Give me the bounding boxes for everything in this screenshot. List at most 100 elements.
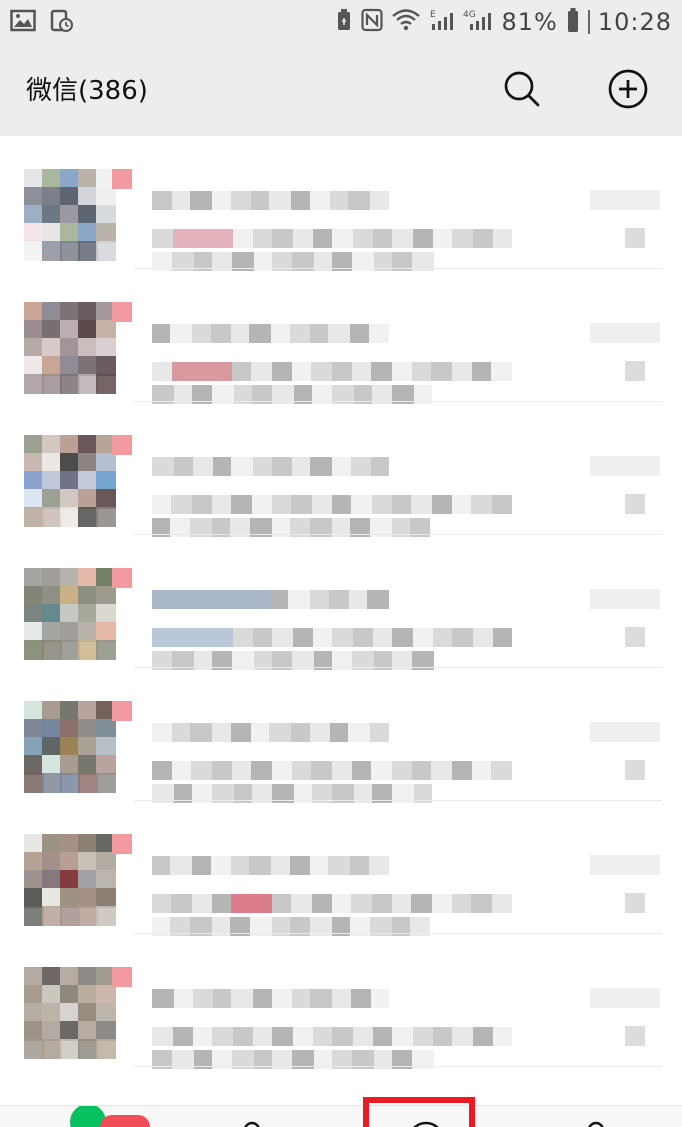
pixelated-text-block (171, 894, 192, 913)
avatar-pixel (78, 1039, 98, 1059)
pixelated-text-block (374, 1050, 392, 1069)
pixelated-text-block (350, 324, 369, 343)
pixelated-text-block (251, 362, 272, 381)
avatar-pixel (60, 586, 80, 606)
pixelated-text-block (412, 1050, 434, 1069)
pixelated-text-block (329, 590, 349, 609)
avatar-pixel (42, 985, 62, 1005)
avatar-pixel (78, 773, 98, 793)
pixelated-text-block (471, 894, 492, 913)
pixelated-text-block (212, 894, 231, 913)
signal-e-icon: E (429, 8, 455, 36)
discover-tab[interactable] (363, 1106, 499, 1127)
avatar-pixel (42, 719, 62, 739)
pixelated-text-block (291, 723, 310, 742)
search-icon[interactable] (502, 69, 542, 113)
pixelated-text-block (174, 989, 193, 1008)
pixelated-text-block (373, 229, 392, 248)
pixelated-text-block (231, 856, 249, 875)
avatar-pixel (96, 320, 116, 340)
avatar-pixel (42, 1003, 62, 1023)
search-button[interactable] (499, 68, 545, 114)
chat-list-item[interactable] (0, 801, 682, 936)
profile-icon[interactable] (520, 1113, 656, 1127)
avatar-pixel (24, 471, 44, 491)
chat-list-item[interactable] (0, 269, 682, 404)
chat-list (0, 136, 682, 1106)
avatar-pixel (96, 338, 116, 358)
pixelated-text-block (392, 628, 413, 647)
avatar-pixel (24, 870, 44, 890)
top-header: 微信(386) (0, 46, 682, 136)
pixelated-text-block (431, 761, 452, 780)
battery-percentage: 81% (501, 8, 558, 36)
pixelated-text-block (171, 590, 191, 609)
chat-list-item[interactable] (0, 402, 682, 537)
avatar-pixel (24, 453, 44, 473)
pixelated-text-block (272, 229, 293, 248)
unread-badge (112, 834, 132, 854)
pixelated-text-block (172, 191, 190, 210)
pixelated-text-block (431, 362, 452, 381)
pixelated-text-block (232, 1050, 254, 1069)
avatar-pixel (60, 338, 80, 358)
mute-status-icon (625, 1026, 645, 1046)
add-circle-icon[interactable] (607, 68, 649, 114)
page-title: 微信(386) (26, 76, 148, 106)
pixelated-text-block (152, 989, 174, 1008)
pixelated-text-block (348, 191, 370, 210)
pixelated-text-block (491, 362, 512, 381)
chat-list-item[interactable] (0, 668, 682, 803)
chats-tab[interactable] (34, 1106, 170, 1127)
avatar-pixel (78, 888, 98, 908)
avatar-pixel (78, 241, 98, 261)
pixelated-text-block (352, 1050, 374, 1069)
chat-list-item[interactable] (0, 535, 682, 670)
pixelated-text-block (272, 894, 291, 913)
avatar-pixel (42, 489, 62, 509)
avatar-pixel (42, 906, 62, 926)
pixelated-text-block (253, 989, 272, 1008)
pixelated-text-block (473, 628, 493, 647)
chat-list-item[interactable] (0, 136, 682, 271)
avatar-pixel (42, 755, 62, 775)
pixelated-text-block (213, 989, 231, 1008)
avatar-pixel (96, 622, 116, 642)
chat-list-item[interactable] (0, 934, 682, 1069)
avatar-pixel (78, 453, 98, 473)
avatar-pixel (42, 338, 62, 358)
pixelated-text-block (191, 362, 212, 381)
pixelated-text-block (251, 723, 269, 742)
compass-icon[interactable] (363, 1113, 499, 1127)
pixelated-text-block (171, 495, 192, 514)
avatar-pixel (24, 302, 44, 322)
pixelated-text-block (310, 457, 332, 476)
pixelated-text-block (190, 191, 212, 210)
me-tab[interactable] (520, 1106, 656, 1127)
avatar-pixel (96, 1003, 116, 1023)
pixelated-text-block (152, 723, 172, 742)
avatar-pixel (60, 719, 80, 739)
avatar-pixel (96, 1021, 116, 1041)
avatar-pixel (78, 701, 98, 721)
avatar-pixel (24, 374, 44, 394)
add-button[interactable] (605, 68, 651, 114)
contacts-tab[interactable] (180, 1106, 316, 1127)
pixelated-text-block (212, 761, 232, 780)
pixelated-text-block (369, 324, 389, 343)
unread-badge (112, 967, 132, 987)
avatar-pixel (42, 320, 62, 340)
pixelated-text-block (193, 1027, 212, 1046)
pixelated-text-block (392, 495, 411, 514)
avatar-pixel (60, 169, 80, 189)
pixelated-text-block (231, 894, 252, 913)
avatar-pixel (24, 169, 44, 189)
avatar-pixel (96, 471, 116, 491)
chats-tab-icon[interactable] (34, 1106, 170, 1127)
avatar-pixel (78, 356, 98, 376)
contacts-icon[interactable] (180, 1113, 316, 1127)
pixelated-text-block (311, 362, 332, 381)
pixelated-text-block (310, 590, 329, 609)
avatar-pixel (96, 852, 116, 872)
avatar-pixel (60, 852, 80, 872)
